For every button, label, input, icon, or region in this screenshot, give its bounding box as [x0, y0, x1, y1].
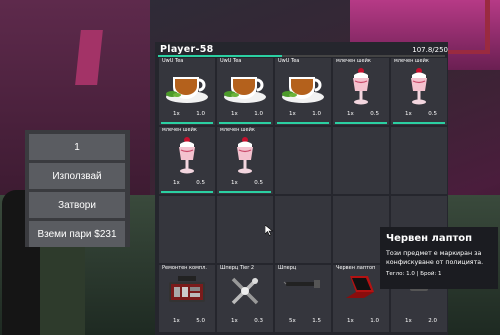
slot-durability-bar [277, 122, 329, 124]
slot-quantity: 1x [173, 111, 180, 117]
slot-weight: 0.5 [254, 180, 263, 186]
slot-item-name: UwU Tea [220, 58, 242, 64]
use-button[interactable]: Използвай [29, 163, 125, 189]
slot-quantity: 1x [405, 318, 412, 324]
lockpick-icon [228, 274, 262, 312]
slot-weight: 1.0 [196, 111, 205, 117]
milkshake-icon [349, 67, 373, 111]
item-tooltip: Червен лаптоп Този предмет е маркиран за… [380, 227, 498, 289]
slot-quantity: 1x [289, 111, 296, 117]
slot-item-name: млечен шейк [336, 58, 371, 64]
tooltip-meta: Тегло: 1.0 | Брой: 1 [386, 271, 442, 277]
tooltip-title: Червен лаптоп [386, 233, 473, 244]
weight-text: 107.8/250 [412, 46, 448, 54]
slot-durability-bar [161, 191, 213, 193]
slot-durability-bar [219, 191, 271, 193]
slot-item-name: млечен шейк [162, 127, 197, 133]
slot-weight: 1.0 [312, 111, 321, 117]
slot-weight: 1.0 [254, 111, 263, 117]
slot-weight: 0.5 [428, 111, 437, 117]
weight-fill [158, 55, 282, 57]
slot-weight: 0.5 [370, 111, 379, 117]
slot-weight: 5.0 [196, 318, 205, 324]
tea-cup-icon [164, 67, 210, 109]
slot-item-name: Шперц Tier 2 [220, 265, 255, 271]
inventory-slot[interactable]: UwU Tea 1x 1.0 [159, 58, 215, 125]
inventory-slot[interactable]: UwU Tea 1x 1.0 [217, 58, 273, 125]
close-button[interactable]: Затвори [29, 192, 125, 218]
inventory-slot[interactable]: млечен шейк 1x 0.5 [217, 127, 273, 194]
slot-weight: 2.0 [428, 318, 437, 324]
slot-durability-bar [393, 122, 445, 124]
weight-bar [158, 55, 445, 57]
inventory-slot[interactable]: UwU Tea 1x 1.0 [275, 58, 331, 125]
slot-durability-bar [335, 122, 387, 124]
slot-durability-bar [219, 122, 271, 124]
inventory-slot-empty[interactable] [275, 127, 331, 194]
amount-field[interactable]: 1 [29, 134, 125, 160]
inventory-slot[interactable]: Шперц Tier 2 1x 0.3 [217, 265, 273, 332]
item-action-menu: 1 Използвай Затвори Вземи пари $231 [25, 130, 130, 247]
laptop-icon [344, 274, 378, 310]
slot-weight: 1.0 [370, 318, 379, 324]
inventory-slot-empty[interactable] [275, 196, 331, 263]
repair-kit-icon [166, 274, 208, 312]
inventory-slot[interactable]: млечен шейк 1x 0.5 [333, 58, 389, 125]
take-money-button[interactable]: Вземи пари $231 [29, 221, 125, 247]
slot-quantity: 1x [231, 111, 238, 117]
milkshake-icon [175, 136, 199, 180]
tea-cup-icon [280, 67, 326, 109]
slot-quantity: 1x [173, 180, 180, 186]
player-name: Player-58 [160, 44, 214, 55]
mouse-cursor-icon [265, 225, 273, 236]
slot-item-name: Шперц [278, 265, 297, 271]
slot-item-name: Червен лаптоп [336, 265, 376, 271]
inventory-grid: UwU Tea 1x 1.0 UwU Tea 1x 1.0 UwU Tea 1x 1.0 млеч… [159, 58, 447, 332]
tooltip-description: Този предмет е маркиран за конфискуване … [386, 250, 484, 266]
slot-quantity: 1x [173, 318, 180, 324]
slot-weight: 0.3 [254, 318, 263, 324]
lockpick-small-icon [283, 274, 323, 298]
inventory-slot[interactable]: млечен шейк 1x 0.5 [159, 127, 215, 194]
inventory-slot[interactable]: Шперц 5x 1.5 [275, 265, 331, 332]
slot-item-name: млечен шейк [394, 58, 429, 64]
slot-quantity: 1x [231, 180, 238, 186]
inventory-slot-empty[interactable] [333, 127, 389, 194]
milkshake-icon [233, 136, 257, 180]
tea-cup-icon [222, 67, 268, 109]
slot-quantity: 1x [231, 318, 238, 324]
milkshake-icon [407, 67, 431, 111]
inventory-panel: Player-58 107.8/250 UwU Tea 1x 1.0 UwU Tea 1… [155, 42, 448, 335]
slot-quantity: 1x [405, 111, 412, 117]
inventory-slot[interactable]: Ремонтен компл. 1x 5.0 [159, 265, 215, 332]
inventory-slot-empty[interactable] [391, 127, 447, 194]
inventory-slot-empty[interactable] [159, 196, 215, 263]
slot-item-name: UwU Tea [162, 58, 184, 64]
inventory-slot[interactable]: млечен шейк 1x 0.5 [391, 58, 447, 125]
slot-item-name: млечен шейк [220, 127, 255, 133]
slot-weight: 1.5 [312, 318, 321, 324]
slot-weight: 0.5 [196, 180, 205, 186]
slot-quantity: 1x [347, 318, 354, 324]
slot-durability-bar [161, 122, 213, 124]
slot-item-name: UwU Tea [278, 58, 300, 64]
slot-quantity: 1x [347, 111, 354, 117]
slot-item-name: Ремонтен компл. [162, 265, 207, 271]
slot-quantity: 5x [289, 318, 296, 324]
